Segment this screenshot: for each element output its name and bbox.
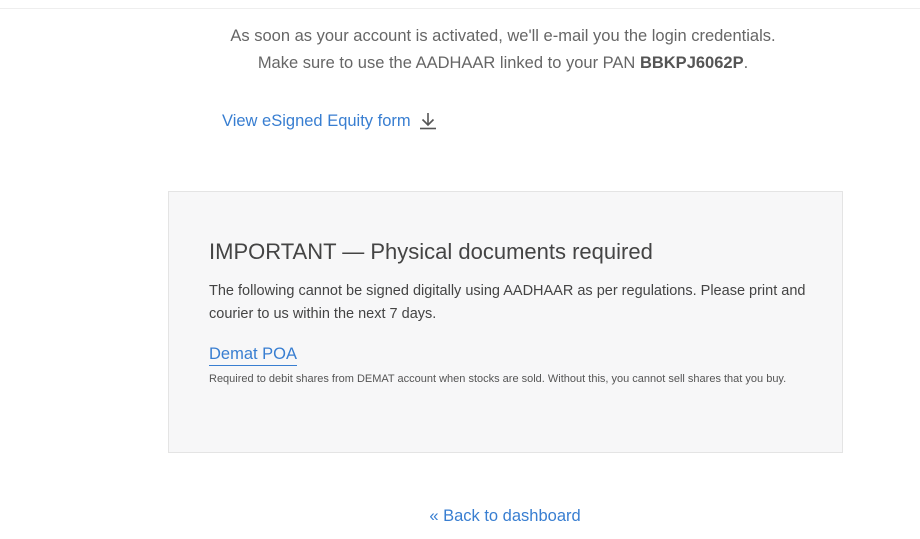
download-icon [419,113,436,130]
back-to-dashboard-link[interactable]: « Back to dashboard [0,504,920,528]
view-esigned-equity-form-link[interactable]: View eSigned Equity form [222,108,437,134]
header-divider [0,8,920,9]
activation-message-line-1: As soon as your account is activated, we… [230,27,776,45]
view-esigned-equity-form-label: View eSigned Equity form [222,112,411,130]
important-notice-title: IMPORTANT — Physical documents required [209,239,653,264]
important-notice-box: IMPORTANT — Physical documents required … [168,191,843,453]
demat-poa-link[interactable]: Demat POA [209,343,298,366]
demat-poa-note: Required to debit shares from DEMAT acco… [209,373,787,385]
pan-number: BBKPJ6062P [639,54,744,72]
sentence-end: . [743,54,749,72]
important-notice-description: The following cannot be signed digitally… [209,283,806,322]
activation-message-line-2: Make sure to use the AADHAAR linked to y… [0,50,920,77]
account-status-page: As soon as your account is activated, we… [0,0,920,539]
aadhaar-pan-instruction: Make sure to use the AADHAAR linked to y… [257,54,640,72]
